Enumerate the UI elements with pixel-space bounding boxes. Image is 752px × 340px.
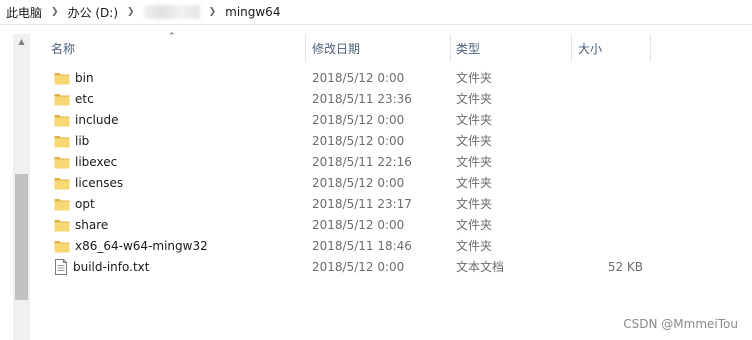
- folder-icon: [54, 93, 70, 105]
- name-cell: lib: [54, 130, 304, 151]
- folder-icon: [54, 219, 70, 231]
- file-size: [571, 214, 643, 235]
- list-item[interactable]: include 2018/5/12 0:00 文件夹: [44, 109, 684, 130]
- file-size: [571, 130, 643, 151]
- file-type: 文件夹: [456, 134, 493, 148]
- name-cell: bin: [54, 67, 304, 88]
- file-size: [571, 88, 643, 109]
- column-header-name[interactable]: 名称: [44, 34, 305, 62]
- column-header-type[interactable]: 类型: [450, 34, 571, 62]
- file-date: 2018/5/12 0:00: [312, 133, 405, 148]
- file-explorer-window: 此电脑 ❯ 办公 (D:) ❯ ❯ mingw64 ▲ ⌃ 名称 修改日期 类型…: [0, 0, 752, 340]
- file-size: [571, 193, 643, 214]
- file-name: include: [75, 112, 119, 127]
- chevron-right-icon[interactable]: ❯: [204, 7, 222, 17]
- file-name: licenses: [75, 175, 124, 190]
- chevron-right-icon[interactable]: ❯: [46, 7, 64, 17]
- file-date: 2018/5/12 0:00: [312, 217, 405, 232]
- column-header-date[interactable]: 修改日期: [305, 34, 450, 62]
- file-size: [571, 172, 643, 193]
- breadcrumb-mingw64[interactable]: mingw64: [221, 5, 284, 19]
- file-name: opt: [75, 196, 95, 211]
- file-date: 2018/5/12 0:00: [312, 70, 405, 85]
- chevron-right-icon[interactable]: ❯: [122, 7, 140, 17]
- name-cell: licenses: [54, 172, 304, 193]
- breadcrumb-this-pc[interactable]: 此电脑: [2, 4, 46, 21]
- file-date: 2018/5/12 0:00: [312, 259, 405, 274]
- name-cell: include: [54, 109, 304, 130]
- list-item[interactable]: x86_64-w64-mingw32 2018/5/11 18:46 文件夹: [44, 235, 684, 256]
- file-date: 2018/5/12 0:00: [312, 175, 405, 190]
- column-divider[interactable]: [650, 34, 651, 62]
- name-cell: x86_64-w64-mingw32: [54, 235, 304, 256]
- column-header-size[interactable]: 大小: [571, 34, 651, 62]
- file-name: bin: [75, 70, 94, 85]
- scrollbar-thumb[interactable]: [15, 174, 28, 300]
- file-name: lib: [75, 133, 90, 148]
- list-item[interactable]: lib 2018/5/12 0:00 文件夹: [44, 130, 684, 151]
- breadcrumb-redacted-folder[interactable]: [143, 5, 200, 19]
- name-cell: build-info.txt: [54, 256, 304, 277]
- file-name: share: [75, 217, 109, 232]
- list-item[interactable]: build-info.txt 2018/5/12 0:00 文本文档 52 KB: [44, 256, 684, 277]
- name-cell: etc: [54, 88, 304, 109]
- file-type: 文件夹: [456, 71, 493, 85]
- file-name: x86_64-w64-mingw32: [75, 238, 208, 253]
- nav-pane-scrollbar[interactable]: ▲: [13, 34, 30, 340]
- file-type: 文件夹: [456, 113, 493, 127]
- list-item[interactable]: etc 2018/5/11 23:36 文件夹: [44, 88, 684, 109]
- file-type: 文本文档: [456, 260, 505, 274]
- list-item[interactable]: share 2018/5/12 0:00 文件夹: [44, 214, 684, 235]
- file-date: 2018/5/11 23:17: [312, 196, 412, 211]
- file-date: 2018/5/11 18:46: [312, 238, 412, 253]
- file-name: libexec: [75, 154, 118, 169]
- file-date: 2018/5/12 0:00: [312, 112, 405, 127]
- text-file-icon: [55, 258, 67, 275]
- folder-icon: [54, 240, 70, 252]
- file-size: 52 KB: [607, 259, 643, 274]
- watermark: CSDN @MmmeiTou: [623, 317, 738, 331]
- name-cell: libexec: [54, 151, 304, 172]
- file-size: [571, 67, 643, 88]
- list-item[interactable]: bin 2018/5/12 0:00 文件夹: [44, 67, 684, 88]
- breadcrumb: 此电脑 ❯ 办公 (D:) ❯ ❯ mingw64: [0, 0, 752, 25]
- file-size: [571, 109, 643, 130]
- folder-icon: [54, 72, 70, 84]
- scroll-up-arrow-icon[interactable]: ▲: [13, 34, 30, 48]
- name-cell: share: [54, 214, 304, 235]
- name-cell: opt: [54, 193, 304, 214]
- folder-icon: [54, 135, 70, 147]
- folder-icon: [54, 156, 70, 168]
- file-size: [571, 151, 643, 172]
- breadcrumb-drive-d[interactable]: 办公 (D:): [64, 4, 122, 21]
- folder-icon: [54, 198, 70, 210]
- file-type: 文件夹: [456, 92, 493, 106]
- list-item[interactable]: opt 2018/5/11 23:17 文件夹: [44, 193, 684, 214]
- list-item[interactable]: licenses 2018/5/12 0:00 文件夹: [44, 172, 684, 193]
- file-name: build-info.txt: [73, 259, 150, 274]
- file-type: 文件夹: [456, 218, 493, 232]
- file-type: 文件夹: [456, 197, 493, 211]
- column-header-row: ⌃ 名称 修改日期 类型 大小: [44, 32, 652, 62]
- file-type: 文件夹: [456, 155, 493, 169]
- file-type: 文件夹: [456, 176, 493, 190]
- file-list: bin 2018/5/12 0:00 文件夹 etc 2018/5/11 23:…: [44, 67, 684, 277]
- file-type: 文件夹: [456, 239, 493, 253]
- file-date: 2018/5/11 23:36: [312, 91, 412, 106]
- file-name: etc: [75, 91, 94, 106]
- list-item[interactable]: libexec 2018/5/11 22:16 文件夹: [44, 151, 684, 172]
- file-size: [571, 235, 643, 256]
- folder-icon: [54, 177, 70, 189]
- folder-icon: [54, 114, 70, 126]
- file-date: 2018/5/11 22:16: [312, 154, 412, 169]
